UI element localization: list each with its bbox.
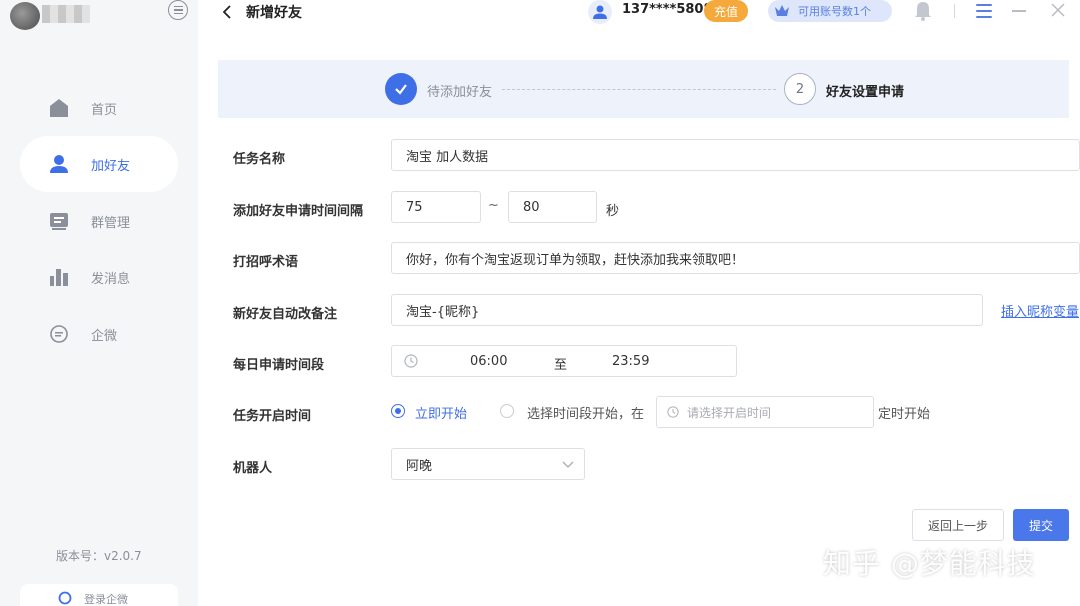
sidebar-item-label: 企微	[91, 328, 118, 344]
user-icon	[588, 0, 612, 24]
range-separator: 至	[554, 358, 568, 373]
sidebar-item-home[interactable]: 首页	[20, 80, 178, 136]
step2-number: 2	[784, 73, 816, 105]
steps-bar: 待添加好友 2 好友设置申请	[218, 60, 1069, 118]
task-name-label: 任务名称	[233, 152, 286, 167]
start-now-radio[interactable]	[391, 404, 405, 418]
chevron-down-icon	[562, 461, 574, 468]
sidebar-item-group-manage[interactable]: 群管理	[20, 193, 178, 249]
login-wecom-label: 登录企微	[84, 593, 128, 606]
main-content: 待添加好友 2 好友设置申请 任务名称 淘宝 加人数据 添加好友申请时间间隔 7…	[198, 40, 1080, 606]
task-name-input[interactable]: 淘宝 加人数据	[391, 139, 1080, 171]
sidebar-item-label: 加好友	[91, 158, 131, 174]
clock-icon	[404, 354, 418, 368]
greeting-input[interactable]: 你好，你有个淘宝返现订单为领取，赶快添加我来领取吧！	[391, 242, 1080, 274]
sidebar-item-add-friend[interactable]: 加好友	[20, 136, 178, 192]
back-arrow-icon[interactable]	[220, 4, 236, 20]
timed-start-label: 定时开始	[878, 407, 931, 422]
login-wecom-button[interactable]: 登录企微	[20, 584, 178, 606]
sidebar-item-label: 发消息	[91, 271, 131, 287]
clock-icon	[667, 406, 679, 418]
user-name-blurred	[42, 5, 90, 23]
sidebar-item-label: 首页	[91, 102, 118, 118]
step-done-check-icon	[385, 73, 417, 105]
interval-max-input[interactable]: 80	[508, 191, 597, 223]
available-accounts-label: 可用账号数1个	[798, 5, 871, 18]
page-title: 新增好友	[246, 5, 302, 21]
step2-label: 好友设置申请	[826, 85, 905, 100]
daily-period-label: 每日申请时间段	[233, 358, 325, 373]
back-step-button[interactable]: 返回上一步	[912, 509, 1004, 541]
start-scheduled-label[interactable]: 选择时间段开始，在	[527, 403, 644, 422]
version-label: 版本号：v2.0.7	[56, 549, 142, 563]
crown-icon	[775, 5, 789, 16]
greeting-label: 打招呼术语	[233, 255, 299, 270]
step1-label: 待添加好友	[427, 85, 493, 100]
recharge-button[interactable]: 充值	[704, 0, 748, 22]
header-divider	[954, 4, 955, 18]
robot-select[interactable]: 阿晚	[391, 448, 585, 480]
submit-button[interactable]: 提交	[1013, 509, 1069, 541]
account-phone: 137****5808	[622, 2, 713, 17]
chat-icon	[48, 323, 70, 345]
start-time-label: 任务开启时间	[233, 409, 312, 424]
minimize-icon[interactable]	[1012, 10, 1026, 12]
robot-label: 机器人	[233, 461, 273, 476]
interval-separator: ~	[488, 198, 499, 213]
start-time-picker[interactable]: 请选择开启时间	[656, 396, 874, 428]
insert-nickname-variable-link[interactable]: 插入昵称变量	[1001, 301, 1079, 320]
menu-icon[interactable]	[976, 4, 992, 18]
step-connector	[502, 89, 776, 90]
interval-min-input[interactable]: 75	[391, 191, 481, 223]
remark-label: 新好友自动改备注	[233, 307, 338, 322]
remark-input[interactable]: 淘宝-{昵称}	[391, 294, 983, 326]
search-icon	[58, 591, 72, 605]
robot-selected-value: 阿晚	[406, 458, 433, 474]
available-accounts-badge[interactable]: 可用账号数1个	[768, 0, 892, 22]
interval-unit: 秒	[606, 204, 620, 219]
home-icon	[48, 97, 70, 119]
app-window: 首页 加好友 群管理 发消息 企微 版本号：v2.0.7 登录企微 新增好友 1…	[0, 0, 1080, 606]
avatar[interactable]	[10, 2, 40, 30]
header: 新增好友 137****5808 充值 可用账号数1个	[198, 0, 1080, 40]
start-scheduled-radio[interactable]	[500, 404, 514, 418]
close-icon[interactable]	[1050, 2, 1066, 18]
bell-icon[interactable]	[914, 1, 932, 21]
start-time-placeholder: 请选择开启时间	[687, 405, 772, 420]
daily-start-time[interactable]: 06:00	[470, 354, 507, 369]
start-now-label[interactable]: 立即开始	[415, 403, 467, 422]
sidebar-item-label: 群管理	[91, 215, 131, 231]
sidebar: 首页 加好友 群管理 发消息 企微 版本号：v2.0.7 登录企微	[0, 0, 198, 606]
daily-end-time[interactable]: 23:59	[612, 354, 649, 369]
sidebar-item-send-message[interactable]: 发消息	[20, 249, 178, 305]
bar-chart-icon	[48, 266, 70, 288]
group-manage-icon	[48, 210, 70, 232]
interval-label: 添加好友申请时间间隔	[233, 204, 364, 219]
watermark: 知乎 @梦能科技	[823, 547, 1036, 580]
daily-time-range-picker[interactable]: 06:00 至 23:59	[391, 345, 737, 377]
user-icon	[48, 153, 70, 175]
collapse-menu-icon[interactable]	[168, 0, 188, 20]
sidebar-item-wecom[interactable]: 企微	[20, 306, 178, 362]
